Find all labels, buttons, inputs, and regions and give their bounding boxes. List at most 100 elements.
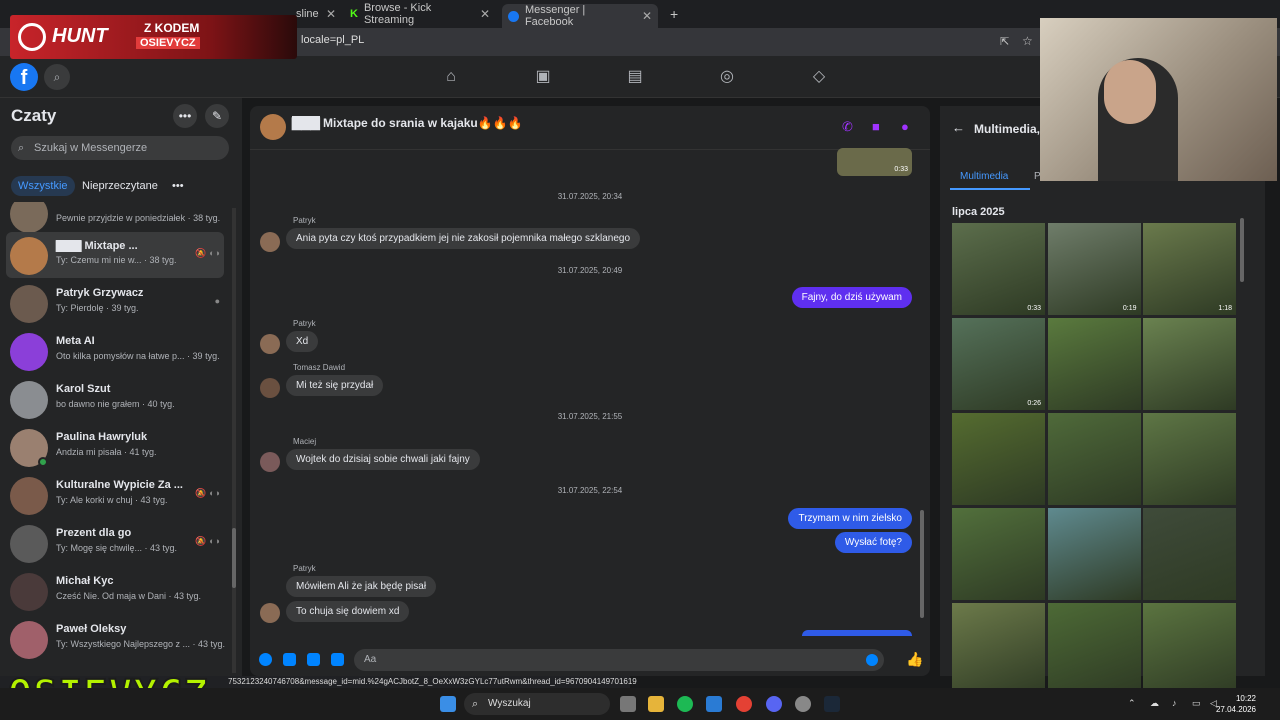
settings-gear-icon[interactable]: [795, 696, 811, 712]
conversation-scrollbar[interactable]: [920, 156, 924, 618]
message-bubble-outgoing[interactable]: Trzymam w nim zielsko: [788, 508, 912, 529]
media-thumbnail[interactable]: [1143, 318, 1236, 410]
chat-item[interactable]: Paweł Oleksy Ty: Wszystkiego Najlepszego…: [6, 616, 225, 662]
chat-item[interactable]: Prezent dla go Ty: Mogę się chwilę... · …: [6, 520, 224, 566]
chrome-icon[interactable]: [736, 696, 752, 712]
chat-item[interactable]: Karol Szut bo dawno nie grałem · 40 tyg.: [6, 376, 224, 422]
browser-tab[interactable]: K Browse - Kick Streaming ✕: [344, 2, 496, 26]
taskbar-search[interactable]: ⌕ Wyszukaj: [464, 693, 610, 715]
media-thumbnail[interactable]: [1047, 318, 1141, 410]
info-icon[interactable]: ●: [901, 120, 915, 134]
search-icon[interactable]: ⌕: [44, 64, 70, 90]
spotify-icon[interactable]: [677, 696, 693, 712]
home-icon[interactable]: ⌂: [441, 67, 461, 87]
search-input[interactable]: ⌕ Szukaj w Messengerze: [11, 136, 229, 160]
filter-more-icon[interactable]: •••: [165, 176, 191, 196]
chat-item[interactable]: Michał Kyc Cześć Nie. Od maja w Dani · 4…: [6, 568, 224, 614]
message-bubble-outgoing[interactable]: Fajny, do dziś używam: [791, 287, 912, 308]
media-thumbnail[interactable]: [1143, 508, 1236, 600]
chat-item[interactable]: Meta AI Oto kilka pomysłów na łatwe p...…: [6, 328, 224, 374]
media-thumbnail[interactable]: [952, 508, 1045, 600]
browser-tab[interactable]: sline ✕: [290, 4, 342, 24]
message-bubble-incoming[interactable]: Mi też się przydał: [286, 375, 384, 396]
emoji-icon[interactable]: [866, 654, 878, 666]
message-sender: Patryk: [293, 216, 316, 225]
group-avatar[interactable]: [260, 114, 286, 140]
chat-item[interactable]: Kulturalne Wypicie Za ... Ty: Ale korki …: [6, 472, 224, 518]
seen-avatar: ●: [214, 296, 220, 306]
network-icon[interactable]: ☁: [1150, 698, 1159, 709]
media-thumbnail[interactable]: 0:26: [952, 318, 1045, 410]
conversation-title[interactable]: ▇▇▇ Mixtape do srania w kajaku🔥🔥🔥: [292, 116, 523, 130]
message-input[interactable]: Aa: [354, 649, 884, 671]
chat-item[interactable]: Patryk Grzywacz Ty: Pierdolę · 39 tyg. ●: [6, 280, 224, 326]
discord-icon[interactable]: [766, 696, 782, 712]
groups-icon[interactable]: ◎: [717, 67, 737, 87]
microphone-icon[interactable]: ♪: [1172, 698, 1177, 708]
tab-multimedia[interactable]: Multimedia: [960, 171, 1008, 182]
phone-icon[interactable]: ✆: [842, 120, 856, 134]
chats-sidebar: Czaty ••• ✎ ⌕ Szukaj w Messengerze Wszys…: [0, 98, 242, 676]
new-tab-button[interactable]: +: [664, 4, 680, 24]
avatar: [10, 525, 48, 563]
sidebar-scrollbar[interactable]: [232, 208, 236, 673]
media-thumbnail[interactable]: [1143, 413, 1236, 505]
video-duration: 0:33: [894, 166, 908, 173]
media-thumbnail[interactable]: [1047, 603, 1141, 695]
close-icon[interactable]: ✕: [480, 7, 490, 21]
sticker-icon[interactable]: [307, 653, 320, 666]
browser-tab-active[interactable]: Messenger | Facebook ✕: [502, 4, 658, 28]
task-view-icon[interactable]: [620, 696, 636, 712]
display-icon[interactable]: ▭: [1192, 698, 1201, 709]
message-bubble-outgoing[interactable]: Wysłać fotę?: [834, 532, 912, 553]
chevron-up-icon[interactable]: ⌃: [1128, 698, 1136, 709]
message-bubble-incoming[interactable]: Wojtek do dzisiaj sobie chwali jaki fajn…: [286, 449, 480, 470]
video-message-thumbnail[interactable]: 0:33: [837, 148, 912, 176]
filter-all[interactable]: Wszystkie: [11, 176, 75, 196]
media-thumbnail[interactable]: 1:18: [1143, 223, 1236, 315]
message-bubble-incoming[interactable]: Mówiłem Ali że jak będę pisał: [286, 576, 437, 597]
close-icon[interactable]: ✕: [326, 7, 336, 21]
image-icon[interactable]: [283, 653, 296, 666]
steam-icon[interactable]: [824, 696, 840, 712]
gif-icon[interactable]: [331, 653, 344, 666]
media-thumbnail[interactable]: [952, 413, 1045, 505]
back-arrow-icon[interactable]: ←: [952, 120, 965, 135]
media-thumbnail[interactable]: [1143, 603, 1236, 695]
media-thumbnail[interactable]: 0:33: [952, 223, 1045, 315]
install-icon[interactable]: ⇱: [1000, 35, 1009, 48]
windows-start-icon[interactable]: [440, 696, 456, 712]
like-icon[interactable]: 👍: [906, 651, 923, 668]
taskbar-clock[interactable]: 10:22 27.04.2026: [1216, 693, 1256, 715]
media-thumbnail[interactable]: [952, 603, 1045, 695]
bookmark-star-icon[interactable]: ☆: [1022, 34, 1033, 48]
message-bubble-outgoing-partial[interactable]: [802, 630, 912, 636]
muted-icon: 🔕 ◐◑: [195, 248, 220, 258]
message-bubble-incoming[interactable]: Ania pyta czy ktoś przypadkiem jej nie z…: [286, 228, 641, 249]
media-thumbnail[interactable]: [1047, 508, 1141, 600]
store-icon[interactable]: [706, 696, 722, 712]
close-icon[interactable]: ✕: [642, 9, 652, 23]
more-options-icon[interactable]: •••: [173, 104, 197, 128]
new-message-icon[interactable]: ✎: [205, 104, 229, 128]
message-bubble-incoming[interactable]: Xd: [286, 331, 319, 352]
message-bubble-incoming[interactable]: To chuja się dowiem xd: [286, 601, 410, 622]
chat-item-selected[interactable]: ▇▇▇ Mixtape ... Ty: Czemu mi nie w... · …: [6, 232, 224, 278]
media-thumbnail[interactable]: [1047, 413, 1141, 505]
chat-preview: Ty: Czemu mi nie w... · 38 tyg.: [56, 255, 177, 265]
video-call-icon[interactable]: ■: [872, 120, 886, 134]
video-icon[interactable]: ▣: [533, 67, 553, 87]
file-explorer-icon[interactable]: [648, 696, 664, 712]
facebook-logo[interactable]: f: [10, 63, 38, 91]
avatar: [10, 202, 48, 233]
plus-icon[interactable]: [259, 653, 272, 666]
media-thumbnail[interactable]: 0:19: [1047, 223, 1141, 315]
chat-item[interactable]: Pewnie przyjdzie w poniedziałek · 38 tyg…: [6, 202, 224, 236]
tab-underline: [950, 188, 1030, 190]
chat-item[interactable]: Paulina Hawryluk Andzia mi pisała · 41 t…: [6, 424, 224, 470]
url-text[interactable]: locale=pl_PL: [301, 34, 364, 46]
media-scrollbar[interactable]: [1240, 208, 1244, 674]
filter-unread[interactable]: Nieprzeczytane: [75, 176, 165, 196]
marketplace-icon[interactable]: ▤: [625, 67, 645, 87]
gaming-icon[interactable]: ◇: [809, 67, 829, 87]
